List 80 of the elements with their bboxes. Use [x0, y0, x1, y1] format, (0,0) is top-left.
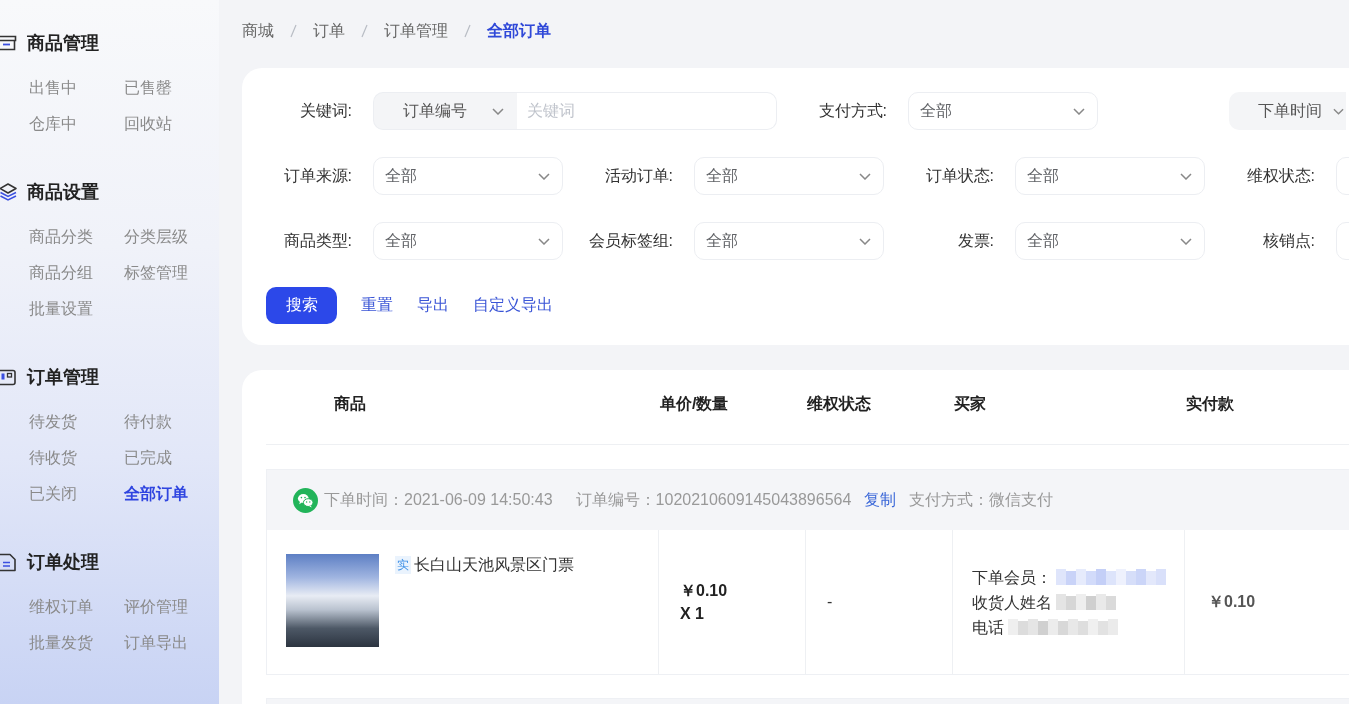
- filter-label: 核销点:: [1262, 230, 1315, 251]
- breadcrumb-link[interactable]: 全部订单: [487, 20, 551, 42]
- filter-label: 订单来源:: [283, 165, 352, 186]
- buyer-field-label: 下单会员：: [972, 567, 1052, 588]
- pixelated-redaction: [1056, 594, 1116, 610]
- filter-label: 关键词:: [299, 100, 352, 121]
- copy-link[interactable]: 复制: [864, 489, 897, 511]
- sidebar-link[interactable]: 已完成: [124, 440, 172, 476]
- dropdown-select[interactable]: 全部: [1015, 157, 1205, 195]
- sidebar-link[interactable]: 待付款: [124, 404, 172, 440]
- chevron-down-icon: [1073, 107, 1085, 115]
- dropdown-select[interactable]: 全部: [908, 92, 1098, 130]
- payment-method: 支付方式：微信支付: [909, 489, 1054, 510]
- unit-price: ￥0.10: [680, 581, 728, 601]
- dropdown-select[interactable]: 下单时间: [1229, 92, 1346, 130]
- chevron-down-icon: [538, 172, 550, 180]
- dropdown-select[interactable]: 全部: [694, 157, 884, 195]
- separator-icon: [361, 24, 368, 38]
- sidebar-link[interactable]: 批量设置: [29, 291, 93, 327]
- filter-label: 订单状态:: [925, 165, 994, 186]
- sidebar-link[interactable]: 出售中: [29, 70, 77, 106]
- buyer-field-label: 电话: [972, 617, 1004, 638]
- paid-amount: ￥0.10: [1208, 591, 1256, 612]
- filter-label: 发票:: [957, 230, 994, 251]
- layers-icon: [0, 183, 17, 201]
- filter-label: 会员标签组:: [588, 230, 673, 251]
- order-time: 下单时间：2021-06-09 14:50:43: [324, 489, 553, 510]
- section-heading: 商品设置: [27, 181, 99, 204]
- separator-icon: [290, 24, 297, 38]
- sidebar-link[interactable]: 已售罄: [124, 70, 172, 106]
- sidebar-link[interactable]: 分类层级: [124, 219, 188, 255]
- dropdown-select[interactable]: 全部: [694, 222, 884, 260]
- breadcrumb-link[interactable]: 商城: [242, 20, 274, 42]
- custom-export-link[interactable]: 自定义导出: [473, 295, 553, 316]
- section-heading: 商品管理: [27, 32, 99, 55]
- sidebar-link[interactable]: 回收站: [124, 106, 172, 142]
- column-header: 商品: [334, 394, 366, 412]
- sidebar-link[interactable]: 待收货: [29, 440, 77, 476]
- export-link[interactable]: 导出: [417, 295, 449, 316]
- board-icon: [0, 368, 17, 386]
- column-header: 买家: [954, 394, 986, 412]
- sidebar-link[interactable]: 待发货: [29, 404, 77, 440]
- sidebar-link[interactable]: 全部订单: [124, 476, 188, 512]
- sidebar-link[interactable]: 商品分组: [29, 255, 93, 291]
- chevron-down-icon: [538, 237, 550, 245]
- sidebar-link[interactable]: 仓库中: [29, 106, 77, 142]
- product-type-tag: 实: [395, 556, 411, 574]
- sidebar-link[interactable]: 商品分类: [29, 219, 93, 255]
- chevron-down-icon: [1180, 172, 1192, 180]
- quantity: X 1: [680, 604, 704, 624]
- chevron-down-icon: [859, 172, 871, 180]
- sidebar-link[interactable]: 已关闭: [29, 476, 77, 512]
- dropdown-select[interactable]: 全部: [373, 157, 563, 195]
- buyer-field-label: 收货人姓名: [972, 592, 1052, 613]
- archive-box-icon: [0, 35, 17, 51]
- filter-label: 支付方式:: [818, 100, 887, 121]
- chevron-down-icon: [1180, 237, 1192, 245]
- column-header: 单价/数量: [660, 394, 729, 412]
- breadcrumb-link[interactable]: 订单管理: [384, 20, 448, 42]
- product-name[interactable]: 长白山天池风景区门票: [414, 554, 574, 576]
- document-icon: [0, 552, 17, 572]
- rights-status: -: [827, 593, 833, 611]
- column-header: 维权状态: [807, 394, 871, 412]
- dropdown-select[interactable]: 全部: [1015, 222, 1205, 260]
- breadcrumb-link[interactable]: 订单: [313, 20, 345, 42]
- search-button[interactable]: 搜索: [266, 287, 337, 324]
- chevron-down-icon: [859, 237, 871, 245]
- reset-link[interactable]: 重置: [361, 295, 393, 316]
- chat-bubbles-icon: [293, 487, 318, 513]
- filter-label: 商品类型:: [283, 230, 352, 251]
- chevron-down-icon: [1333, 107, 1344, 115]
- separator-icon: [464, 24, 471, 38]
- order-number: 订单编号：1020210609145043896564: [575, 489, 852, 510]
- filter-label: 活动订单:: [604, 165, 673, 186]
- sidebar-link[interactable]: 标签管理: [124, 255, 188, 291]
- column-header: 实付款: [1186, 394, 1234, 412]
- section-heading: 订单管理: [27, 366, 99, 389]
- section-heading: 订单处理: [27, 551, 99, 574]
- filter-label: 维权状态:: [1246, 165, 1315, 186]
- dropdown-select[interactable]: 全部: [373, 222, 563, 260]
